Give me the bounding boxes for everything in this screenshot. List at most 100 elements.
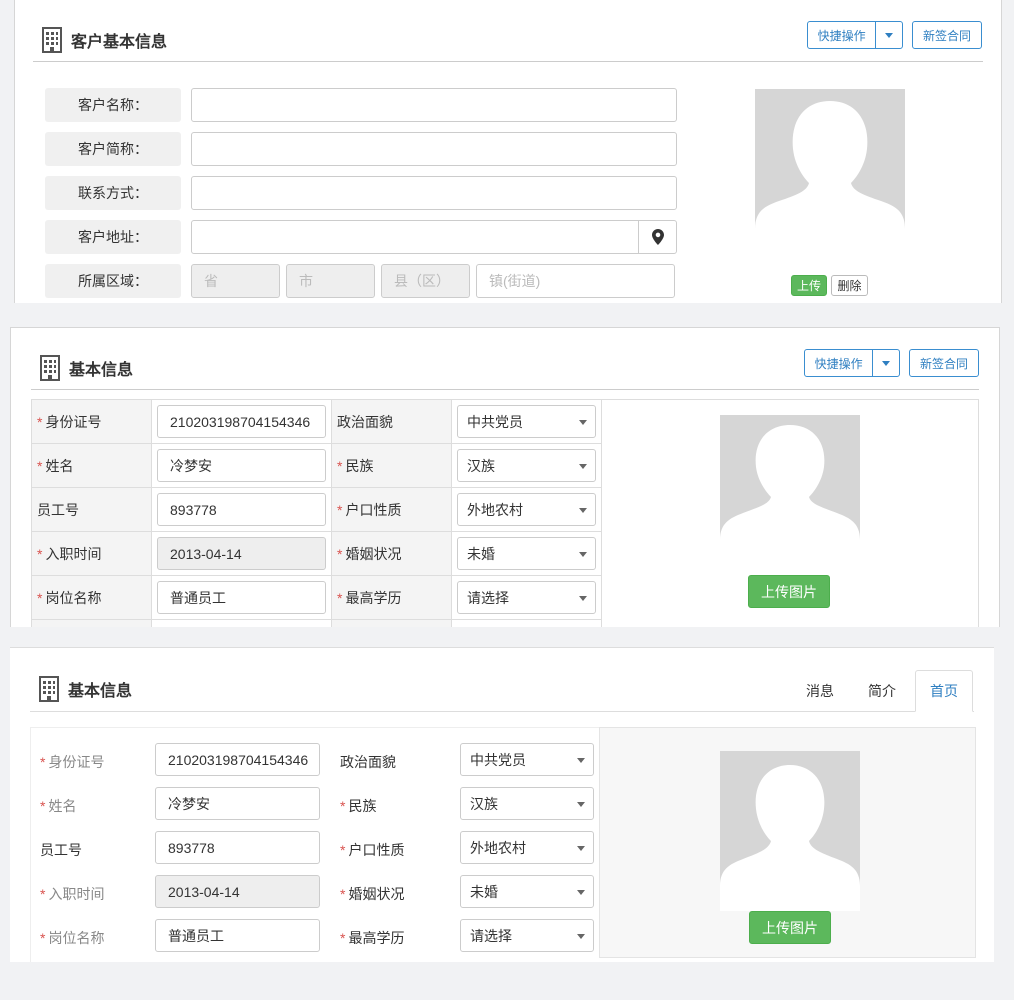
row-label-text: 员工号 [40, 842, 82, 858]
upload-image-button[interactable]: 上传图片 [749, 911, 831, 944]
row-select-cell: 外地农村 [451, 487, 602, 532]
row-select[interactable]: 请选择 [460, 919, 594, 952]
avatar [755, 89, 905, 229]
province-select[interactable]: 省 [191, 264, 280, 298]
row-select[interactable]: 汉族 [460, 787, 594, 820]
required-mark: * [340, 842, 346, 858]
avatar [720, 415, 860, 540]
row-rlabel: 婚姻状况 [345, 545, 402, 562]
required-mark: * [337, 589, 343, 606]
required-mark: * [337, 501, 343, 518]
row-select[interactable]: 外地农村 [457, 493, 596, 526]
required-mark: * [37, 545, 43, 562]
caret-down-icon [882, 360, 891, 366]
tab-messages[interactable]: 消息 [796, 670, 844, 712]
row-input[interactable]: 2013-04-14 [155, 875, 320, 908]
row-label: * 岗位名称 [40, 928, 104, 948]
customer-name-input[interactable] [191, 88, 677, 122]
row-label-cell [31, 619, 152, 627]
row-select[interactable]: 未婚 [457, 537, 596, 570]
row-label: 员工号 [37, 501, 79, 518]
town-input[interactable]: 镇(街道) [476, 264, 675, 298]
select-value: 外地农村 [470, 839, 526, 856]
row-input[interactable]: 210203198704154346 [157, 405, 326, 438]
row-rlabel-cell: * 民族 [331, 443, 452, 488]
row-rlabel-cell: 政治面貌 [331, 399, 452, 444]
select-value: 外地农村 [467, 501, 523, 518]
quick-action-dropdown[interactable]: 快捷操作 [807, 21, 903, 49]
row-rlabel: 民族 [345, 457, 374, 474]
basic-info-table: * 身份证号 210203198704154346 政治面貌 中共党员 上传图片 * 姓名 冷梦… [31, 399, 979, 627]
address-input[interactable] [191, 220, 639, 254]
caret-down-icon [577, 846, 585, 851]
new-contract-button[interactable]: 新签合同 [912, 21, 982, 49]
user-silhouette-icon [755, 101, 905, 229]
row-select[interactable]: 未婚 [460, 875, 594, 908]
row-label-cell: * 入职时间 [31, 531, 152, 576]
required-mark: * [37, 457, 43, 474]
row-rlabel: * 户口性质 [340, 840, 404, 860]
contact-input[interactable] [191, 176, 677, 210]
quick-action-dropdown[interactable]: 快捷操作 [804, 349, 900, 377]
row-label-cell: 员工号 [31, 487, 152, 532]
row-label-text: 岗位名称 [48, 930, 105, 946]
row-rlabel-cell: * 最高学历 [331, 575, 452, 620]
row-rlabel: 政治面貌 [340, 752, 396, 772]
county-select[interactable]: 县（区） [381, 264, 470, 298]
photo-cell: 上传图片 [601, 399, 979, 627]
label-address: 客户地址： [45, 220, 181, 254]
row-select[interactable]: 中共党员 [457, 405, 596, 438]
row-select[interactable]: 汉族 [457, 449, 596, 482]
row-input[interactable]: 2013-04-14 [157, 537, 326, 570]
row-value-cell: 冷梦安 [151, 443, 332, 488]
row-select[interactable]: 中共党员 [460, 743, 594, 776]
row-input[interactable]: 冷梦安 [155, 787, 320, 820]
quick-action-button[interactable]: 快捷操作 [805, 350, 874, 376]
select-value: 中共党员 [470, 751, 526, 768]
row-select[interactable]: 请选择 [457, 581, 596, 614]
row-select-cell: 汉族 [451, 443, 602, 488]
required-mark: * [340, 886, 346, 902]
row-input[interactable]: 893778 [157, 493, 326, 526]
user-silhouette-icon [720, 425, 860, 540]
quick-action-caret[interactable] [873, 350, 899, 376]
row-rlabel-cell: * 婚姻状况 [331, 531, 452, 576]
row-label: * 入职时间 [40, 884, 104, 904]
row-label: 员工号 [40, 840, 82, 860]
tab-intro[interactable]: 简介 [858, 670, 906, 712]
quick-action-caret[interactable] [876, 22, 902, 48]
city-select[interactable]: 市 [286, 264, 375, 298]
select-value: 汉族 [470, 795, 498, 812]
tab-home[interactable]: 首页 [915, 670, 973, 712]
upload-image-button[interactable]: 上传图片 [748, 575, 830, 608]
new-contract-button[interactable]: 新签合同 [909, 349, 979, 377]
row-rlabel: * 民族 [340, 796, 376, 816]
row-input[interactable]: 普通员工 [155, 919, 320, 952]
row-rlabel: 政治面貌 [337, 413, 393, 430]
caret-down-icon [577, 890, 585, 895]
row-label: * 身份证号 [40, 752, 104, 772]
panel-title-text: 基本信息 [68, 683, 133, 700]
row-rlabel: * 婚姻状况 [340, 884, 404, 904]
row-select[interactable]: 外地农村 [460, 831, 594, 864]
row-rlabel-text: 政治面貌 [340, 754, 396, 770]
delete-button[interactable]: 删除 [831, 275, 868, 296]
required-mark: * [340, 798, 346, 814]
row-input[interactable]: 210203198704154346 [155, 743, 320, 776]
row-rlabel: * 最高学历 [340, 928, 404, 948]
building-icon [42, 27, 62, 53]
row-label-text: 入职时间 [48, 886, 105, 902]
caret-down-icon [579, 464, 587, 469]
quick-action-button[interactable]: 快捷操作 [808, 22, 877, 48]
row-input[interactable]: 普通员工 [157, 581, 326, 614]
upload-button[interactable]: 上传 [791, 275, 827, 296]
map-marker-button[interactable] [638, 220, 677, 254]
row-label-cell: * 身份证号 [31, 399, 152, 444]
row-label-text: 姓名 [48, 798, 77, 814]
caret-down-icon [579, 508, 587, 513]
customer-short-input[interactable] [191, 132, 677, 166]
row-input[interactable]: 893778 [155, 831, 320, 864]
row-rlabel: 户口性质 [345, 501, 402, 518]
row-input[interactable]: 冷梦安 [157, 449, 326, 482]
map-marker-icon [651, 229, 664, 245]
